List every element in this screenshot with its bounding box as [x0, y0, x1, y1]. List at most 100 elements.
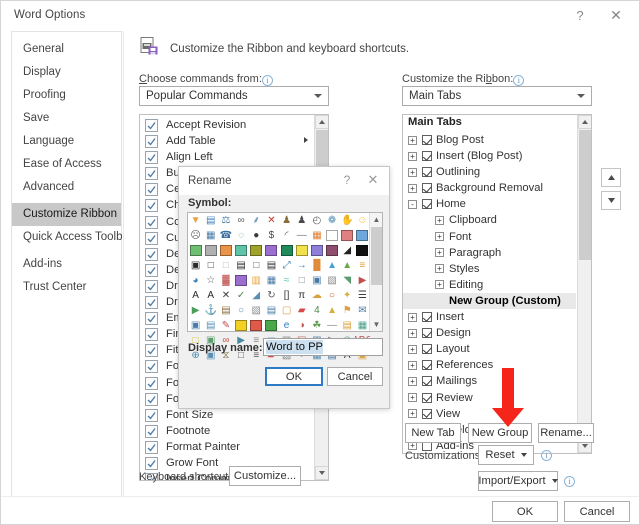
swatch-violet[interactable] [309, 243, 324, 258]
expand-icon[interactable]: + [408, 183, 417, 193]
frown-icon[interactable]: ☹ [188, 228, 203, 243]
tree-item[interactable]: + Styles [403, 261, 576, 277]
calculator-icon[interactable]: ▦ [203, 228, 218, 243]
letter-a-box-icon[interactable]: A [188, 288, 203, 303]
sidebar-item-ease-of-access[interactable]: Ease of Access [12, 153, 121, 176]
snowflake-icon[interactable]: ❁ [325, 213, 340, 228]
tree-item[interactable]: + Design [403, 325, 576, 341]
sidebar-item-proofing[interactable]: Proofing [12, 84, 121, 107]
eye-icon[interactable]: ◜ [279, 228, 294, 243]
command-list-item[interactable]: Add Table [140, 133, 313, 149]
layout-icon-2[interactable]: □ [203, 258, 218, 273]
gradient-icon[interactable]: ◢ [340, 243, 355, 258]
tree-item[interactable]: + View [403, 406, 576, 422]
mountain-icon[interactable]: ▲ [340, 258, 355, 273]
reset-info-icon[interactable]: i [541, 450, 552, 461]
tree-item-checkbox[interactable] [422, 312, 432, 323]
tree-item[interactable]: + Mailings [403, 373, 576, 389]
pi-icon[interactable]: π [294, 288, 309, 303]
swatch-blue[interactable] [355, 228, 370, 243]
tree-item-checkbox[interactable] [422, 408, 432, 419]
number-four-icon[interactable]: 4 [309, 303, 324, 318]
rename-cancel-button[interactable]: Cancel [327, 367, 383, 386]
toolbox-icon[interactable]: ▤ [218, 303, 233, 318]
tree-item[interactable]: + Paragraph [403, 245, 576, 261]
photo-icon[interactable]: ▣ [309, 273, 324, 288]
reset-button[interactable]: Reset [478, 445, 534, 465]
circle-plus-icon[interactable]: ○ [234, 303, 249, 318]
command-list-item[interactable]: Font Size [140, 407, 313, 423]
mute-icon[interactable]: ✕ [264, 213, 279, 228]
info-icon[interactable]: i [261, 75, 273, 86]
list-icon[interactable]: ☰ [355, 288, 370, 303]
chart-line-icon[interactable]: ◢ [249, 288, 264, 303]
copy-pages-icon[interactable]: ▧ [249, 303, 264, 318]
command-list-item[interactable]: Accept Revision [140, 117, 313, 133]
expand-icon[interactable]: ⤢ [279, 258, 294, 273]
expand-icon[interactable]: + [435, 280, 444, 290]
presentation-icon[interactable]: ▤ [203, 318, 218, 333]
sidebar-item-general[interactable]: General [12, 38, 121, 61]
links-icon[interactable]: ∞ [234, 213, 249, 228]
tree-item[interactable]: + References [403, 357, 576, 373]
pie-chart-icon[interactable]: ◕ [188, 273, 203, 288]
symbol-scroll-down-button[interactable]: ▼ [370, 318, 383, 331]
tree-item[interactable]: - Home [403, 196, 576, 212]
empty-box-icon[interactable]: □ [294, 273, 309, 288]
swatch-violet-2[interactable] [234, 273, 249, 288]
dollar-icon[interactable]: $ [264, 228, 279, 243]
expand-icon[interactable]: + [408, 376, 417, 386]
ribbon-tree-listbox[interactable]: Main Tabs + Blog Post + Insert (Blog Post) +… [402, 114, 592, 454]
grid-color-icon[interactable]: ▦ [309, 228, 324, 243]
sidebar-item-customize-ribbon[interactable]: Customize Ribbon [12, 203, 121, 226]
tree-item[interactable]: New Group (Custom) [403, 292, 576, 310]
sparkle-icon[interactable]: ✦ [340, 288, 355, 303]
diagonal-icon[interactable]: ◥ [340, 273, 355, 288]
customize-ribbon-combo[interactable]: Main Tabs [402, 86, 592, 106]
sidebar-item-add-ins[interactable]: Add-ins [12, 253, 121, 276]
play-icon[interactable]: ▶ [188, 303, 203, 318]
layout-icon-6[interactable]: ▤ [264, 258, 279, 273]
tree-scroll-thumb[interactable] [579, 130, 591, 260]
anchor-icon[interactable]: ⚓ [203, 303, 218, 318]
swatch-orange[interactable] [218, 243, 233, 258]
import-export-button[interactable]: Import/Export [478, 471, 558, 491]
info-icon-2[interactable]: i [513, 75, 525, 86]
expand-icon[interactable]: + [408, 135, 417, 145]
swatch-green[interactable] [188, 243, 203, 258]
folder-icon[interactable]: ▢ [279, 303, 294, 318]
rename-close-button[interactable]: ✕ [361, 170, 385, 190]
swatch-yellow[interactable] [294, 243, 309, 258]
tree-item-checkbox[interactable] [422, 328, 432, 339]
expand-icon[interactable]: + [408, 393, 417, 402]
expand-icon[interactable]: + [408, 360, 417, 370]
help-button[interactable]: ? [561, 1, 599, 29]
cloud-icon[interactable]: ☁ [309, 288, 324, 303]
envelope-icon[interactable]: ✉ [355, 303, 370, 318]
tree-item-checkbox[interactable] [422, 392, 432, 403]
panel-icon[interactable]: ▥ [249, 273, 264, 288]
swatch-black[interactable] [355, 243, 370, 258]
pin-icon[interactable]: ⚑ [340, 303, 355, 318]
letter-a-icon[interactable]: A [203, 288, 218, 303]
symbol-grid[interactable]: ▼ ▤ ⚖ ∞ ⸙ ✕ ♟ ♟ ◴ ❁ ✋ ☺ ☹ ▦ ☎ ◌ ● $ ◜ — ▦ ◢ ▣ □ □ ▤ □ ▤ ⤢ → █ ▲ ▲ ≡ ◕ ☆ ▓ ▥ ▦ ≈… [188, 213, 370, 360]
window-icon[interactable]: ▣ [188, 318, 203, 333]
command-list-item[interactable]: Align Left [140, 149, 313, 165]
swatch-hatch-red[interactable] [249, 318, 264, 333]
tree-item[interactable]: + Blog Post [403, 132, 576, 148]
swatch-purple[interactable] [264, 243, 279, 258]
plant-icon[interactable]: ☘ [309, 318, 324, 333]
symbol-grid-box[interactable]: ▼ ▤ ⚖ ∞ ⸙ ✕ ♟ ♟ ◴ ❁ ✋ ☺ ☹ ▦ ☎ ◌ ● $ ◜ — ▦ ◢ ▣ □ □ ▤ □ ▤ ⤢ → █ ▲ ▲ ≡ ◕ ☆ ▓ ▥ ▦ ≈… [187, 212, 383, 360]
layout-icon-1[interactable]: ▣ [188, 258, 203, 273]
brackets-icon[interactable]: [] [279, 288, 294, 303]
scroll-down-button[interactable] [315, 466, 328, 480]
expand-icon[interactable]: + [408, 151, 417, 161]
settings-doc-icon[interactable]: ▦ [355, 318, 370, 333]
tree-item-checkbox[interactable] [422, 360, 432, 371]
sphere-icon[interactable]: ◑ [294, 318, 309, 333]
swatch-white[interactable] [325, 228, 340, 243]
expand-icon[interactable]: + [408, 409, 417, 419]
expand-icon[interactable]: + [435, 264, 444, 274]
layout-icon-4[interactable]: ▤ [234, 258, 249, 273]
expand-icon[interactable]: + [435, 215, 444, 225]
